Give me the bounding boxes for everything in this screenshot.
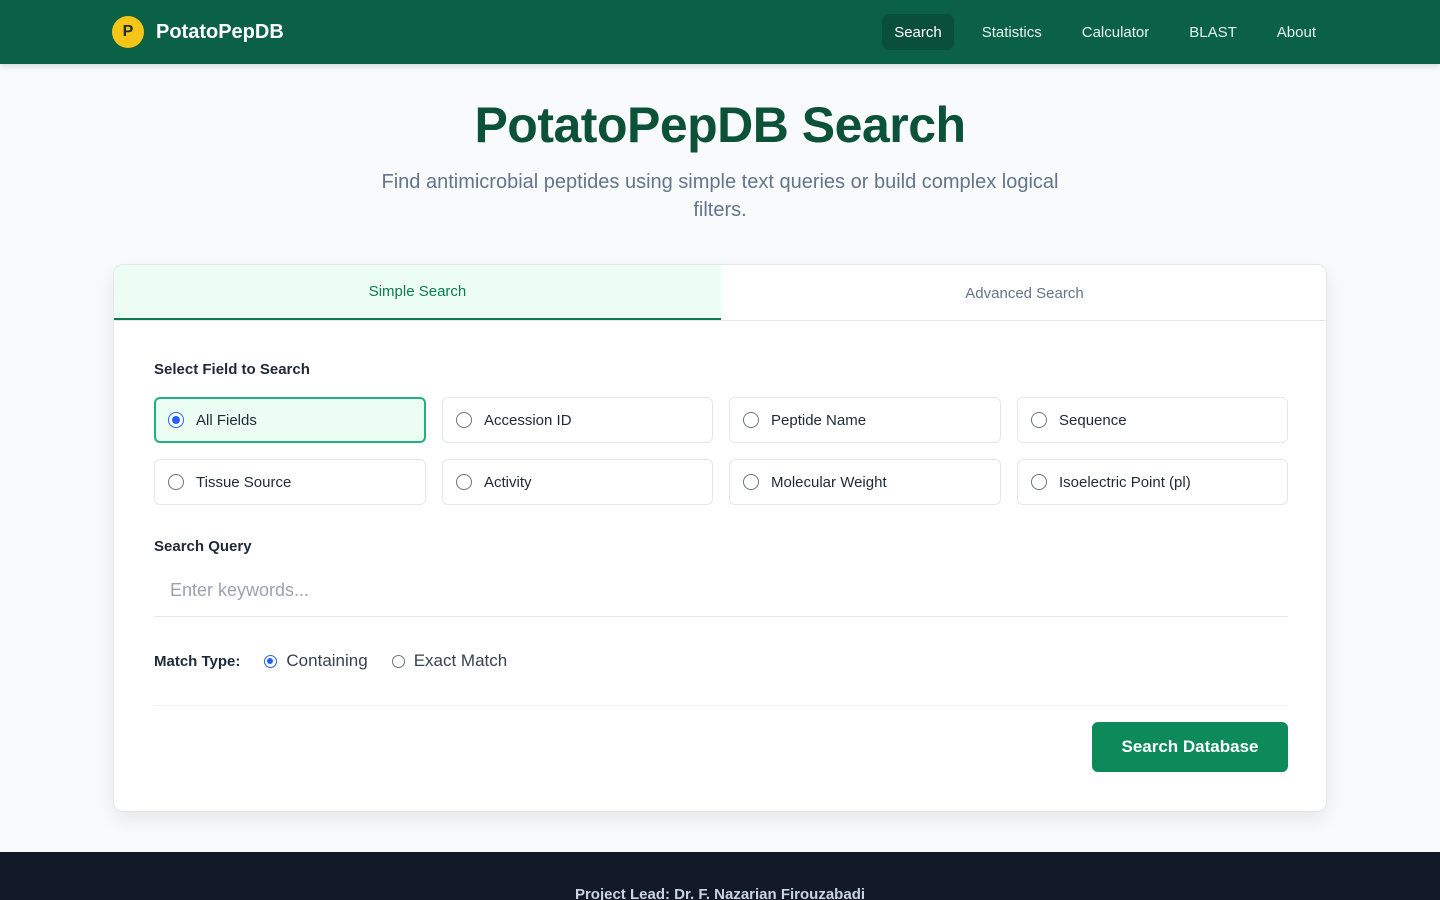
field-option-label: Molecular Weight [771, 473, 887, 491]
search-tabs: Simple Search Advanced Search [114, 265, 1326, 321]
field-option-activity[interactable]: Activity [442, 459, 713, 505]
match-option-exact[interactable]: Exact Match [391, 651, 508, 671]
nav-links: Search Statistics Calculator BLAST About [882, 14, 1336, 50]
radio-icon[interactable] [456, 412, 472, 428]
radio-icon[interactable] [1031, 412, 1047, 428]
brand-name: PotatoPepDB [156, 20, 284, 43]
brand-logo: P [112, 16, 144, 48]
tab-advanced-search[interactable]: Advanced Search [721, 265, 1326, 321]
nav-blast[interactable]: BLAST [1169, 14, 1257, 50]
radio-icon[interactable] [391, 654, 405, 668]
query-label: Search Query [154, 538, 252, 555]
field-option-label: All Fields [196, 411, 257, 429]
radio-icon[interactable] [456, 474, 472, 490]
page-subtitle: Find antimicrobial peptides using simple… [381, 171, 1059, 221]
field-option-label: Accession ID [484, 411, 572, 429]
field-option-label: Peptide Name [771, 411, 867, 429]
radio-icon[interactable] [743, 474, 759, 490]
field-option-tissue-source[interactable]: Tissue Source [154, 459, 426, 505]
radio-icon[interactable] [264, 654, 278, 668]
field-option-isoelectric-point[interactable]: Isoelectric Point (pl) [1017, 459, 1288, 505]
match-type-row: Match Type: Containing Exact Match [154, 649, 531, 673]
field-option-all-fields[interactable]: All Fields [154, 397, 426, 443]
search-card: Simple Search Advanced Search Select Fie… [113, 264, 1327, 812]
nav-statistics[interactable]: Statistics [962, 14, 1062, 50]
radio-icon[interactable] [168, 412, 184, 428]
nav-search[interactable]: Search [882, 14, 954, 50]
footer: Project Lead: Dr. F. Nazarian Firouzabad… [0, 852, 1440, 900]
field-option-accession-id[interactable]: Accession ID [442, 397, 713, 443]
radio-icon[interactable] [743, 412, 759, 428]
field-option-sequence[interactable]: Sequence [1017, 397, 1288, 443]
field-option-label: Sequence [1059, 411, 1127, 429]
search-database-button[interactable]: Search Database [1092, 722, 1288, 772]
field-option-molecular-weight[interactable]: Molecular Weight [729, 459, 1001, 505]
field-option-peptide-name[interactable]: Peptide Name [729, 397, 1001, 443]
match-type-label: Match Type: [154, 652, 241, 670]
tab-simple-search[interactable]: Simple Search [114, 265, 721, 320]
field-section-label: Select Field to Search [154, 361, 310, 378]
match-option-label: Containing [286, 651, 368, 670]
brand[interactable]: P PotatoPepDB [112, 16, 284, 48]
match-option-containing[interactable]: Containing [264, 651, 368, 671]
search-input[interactable] [154, 565, 1288, 617]
field-option-label: Tissue Source [196, 473, 292, 491]
nav-about[interactable]: About [1257, 14, 1336, 50]
field-option-label: Activity [484, 473, 532, 491]
field-option-label: Isoelectric Point (pl) [1059, 473, 1191, 491]
page-title: PotatoPepDB Search [474, 97, 966, 153]
radio-icon[interactable] [1031, 474, 1047, 490]
form-divider [154, 705, 1288, 706]
nav-calculator[interactable]: Calculator [1062, 14, 1170, 50]
radio-icon[interactable] [168, 474, 184, 490]
match-option-label: Exact Match [413, 651, 508, 670]
footer-credit: Project Lead: Dr. F. Nazarian Firouzabad… [574, 886, 866, 900]
top-navbar: P PotatoPepDB Search Statistics Calculat… [0, 0, 1440, 64]
